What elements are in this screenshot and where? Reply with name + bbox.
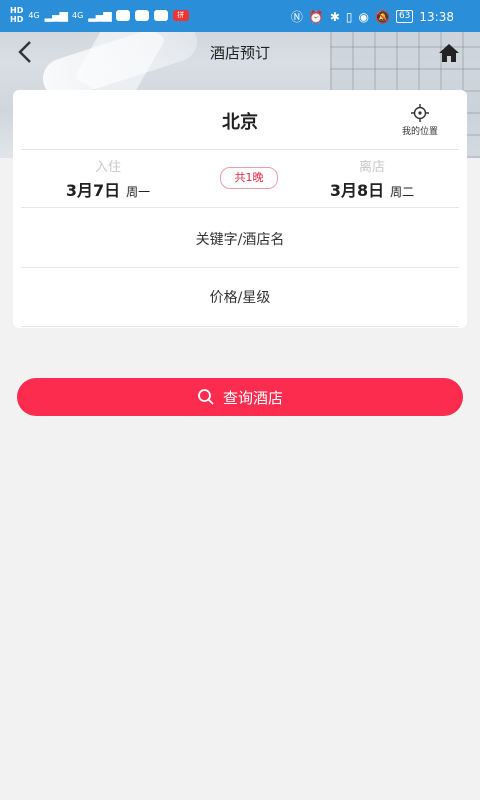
app-badge-icon: 拼 <box>172 9 189 21</box>
page-title: 酒店预订 <box>209 44 270 62</box>
network-type-1: 4G <box>28 10 40 20</box>
vibrate-icon: ▯ <box>345 9 353 24</box>
checkin-label: 入住 <box>94 160 121 175</box>
search-icon <box>198 389 214 405</box>
mute-icon: 🔕 <box>375 9 390 24</box>
checkout-date-value: 3月8日 <box>329 181 385 200</box>
status-left: HD HD 4G ▂▄▆ 4G ▂▄▆ 拼 <box>10 6 189 24</box>
home-icon <box>439 44 459 62</box>
wechat-icon <box>153 9 168 21</box>
signal-icon-2: ▂▄▆ <box>88 8 111 22</box>
home-button[interactable] <box>436 40 462 66</box>
keyword-input[interactable]: 关键字/酒店名 <box>13 229 467 249</box>
hd-label-2: HD <box>10 15 24 24</box>
my-location-label: 我的位置 <box>401 127 438 137</box>
checkin-date: 3月7日 周一 <box>43 177 173 201</box>
checkout-label: 离店 <box>358 160 385 175</box>
location-icon: ◉ <box>358 9 369 24</box>
weather-icon <box>134 9 149 21</box>
nav-bar: 酒店预订 <box>0 32 480 76</box>
battery-icon: 63 <box>395 10 414 23</box>
search-hotel-button[interactable]: 查询酒店 <box>17 378 463 416</box>
alarm-icon: ⏰ <box>308 9 324 24</box>
divider <box>21 326 459 327</box>
checkout-date-picker[interactable]: 离店 3月8日 周二 <box>307 156 437 201</box>
divider <box>21 207 459 208</box>
checkin-weekday: 周一 <box>126 185 151 199</box>
status-right: Ⓝ ⏰ ✱ ▯ ◉ 🔕 63 13:38 <box>291 8 454 25</box>
crosshair-icon <box>411 104 429 122</box>
message-icon <box>115 9 130 21</box>
divider <box>21 149 459 150</box>
my-location-button[interactable]: 我的位置 <box>395 104 445 137</box>
divider <box>21 267 459 268</box>
checkout-date: 3月8日 周二 <box>307 177 437 201</box>
checkin-date-value: 3月7日 <box>65 181 121 200</box>
network-type-2: 4G <box>72 10 84 20</box>
checkin-date-picker[interactable]: 入住 3月7日 周一 <box>43 156 173 201</box>
clock: 13:38 <box>419 9 454 24</box>
search-hotel-label: 查询酒店 <box>222 388 283 407</box>
price-star-selector[interactable]: 价格/星级 <box>13 287 467 307</box>
search-card: 北京 我的位置 入住 3月7日 周一 共1晚 离店 3月8日 周二 关键字/酒店名 … <box>13 90 467 328</box>
status-bar: HD HD 4G ▂▄▆ 4G ▂▄▆ 拼 Ⓝ ⏰ ✱ ▯ ◉ 🔕 63 13:… <box>0 0 480 32</box>
nights-badge: 共1晚 <box>220 167 278 189</box>
nfc-icon: Ⓝ <box>290 10 303 24</box>
hd-label-1: HD <box>10 6 24 15</box>
signal-icon: ▂▄▆ <box>44 8 68 22</box>
hd-indicator: HD HD <box>10 6 23 24</box>
bluetooth-icon: ✱ <box>329 9 340 24</box>
checkout-weekday: 周二 <box>390 185 415 199</box>
